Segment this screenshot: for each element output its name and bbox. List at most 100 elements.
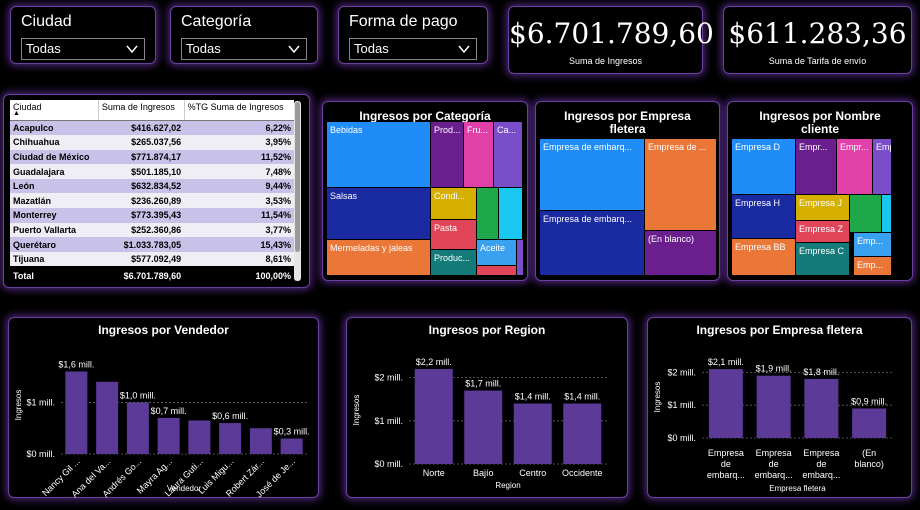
categoria-dropdown[interactable]: Todas bbox=[181, 38, 307, 60]
chart-title: Ingresos por Nombre cliente bbox=[759, 109, 881, 136]
treemap-cell[interactable] bbox=[882, 195, 891, 232]
scrollbar[interactable] bbox=[294, 101, 301, 281]
total-cell: Total bbox=[10, 266, 99, 287]
bar[interactable] bbox=[96, 381, 119, 454]
forma-pago-dropdown[interactable]: Todas bbox=[349, 38, 477, 60]
table-row[interactable]: Acapulco $416.627,02 6,22% bbox=[10, 120, 294, 136]
cell-porcentaje: 9,44% bbox=[184, 178, 294, 194]
treemap-cell[interactable] bbox=[850, 195, 881, 232]
treemap-cell[interactable]: Empr... bbox=[837, 139, 872, 194]
y-axis-label: Ingresos bbox=[653, 382, 662, 413]
treemap-cell[interactable]: Ca... bbox=[494, 122, 522, 187]
data-label: $1,4 mill. bbox=[515, 392, 551, 402]
column-header-ciudad[interactable]: Ciudad ▲ bbox=[10, 100, 99, 121]
treemap-cell[interactable]: Empresa J bbox=[796, 195, 849, 220]
ciudad-dropdown[interactable]: Todas bbox=[21, 38, 145, 60]
treemap-empresa-fletera: Ingresos por Empresa fletera Empresa de … bbox=[535, 101, 720, 281]
data-label: $1,9 mill. bbox=[756, 364, 792, 374]
treemap-cell[interactable]: Fru... bbox=[464, 122, 493, 187]
chevron-down-icon bbox=[126, 45, 138, 54]
x-tick-label: Norte bbox=[423, 468, 445, 478]
bar[interactable] bbox=[563, 403, 602, 464]
bar[interactable] bbox=[219, 423, 242, 454]
slicer-forma-pago: Forma de pago Todas bbox=[338, 6, 488, 64]
cell-ciudad: Acapulco bbox=[10, 120, 99, 136]
scrollbar-thumb[interactable] bbox=[295, 102, 300, 252]
treemap-cell[interactable]: Empresa de ... bbox=[645, 139, 716, 230]
x-tick-label: blanco) bbox=[854, 459, 884, 469]
chart-title: Ingresos por Empresa fletera bbox=[564, 109, 691, 136]
cell-ingresos: $632.834,52 bbox=[98, 178, 185, 194]
x-tick-label: de bbox=[816, 459, 826, 469]
treemap-cell[interactable]: Prod... bbox=[431, 122, 463, 187]
treemap-cell[interactable]: Empresa BB bbox=[732, 239, 795, 275]
table-row[interactable]: Tijuana $577.092,49 8,61% bbox=[10, 251, 294, 267]
treemap-cell[interactable]: Emp... bbox=[854, 257, 891, 275]
bar[interactable] bbox=[280, 438, 303, 454]
treemap-cell[interactable] bbox=[499, 188, 522, 239]
cell-ciudad: Mazatlán bbox=[10, 193, 99, 209]
y-tick-label: $1 mill. bbox=[26, 397, 55, 407]
column-header-porcentaje[interactable]: %TG Suma de Ingresos bbox=[184, 100, 294, 121]
treemap-cell[interactable]: Bebidas bbox=[327, 122, 430, 187]
treemap-cell[interactable]: Empresa Z bbox=[796, 221, 849, 242]
chart-title: Ingresos por Empresa fletera bbox=[696, 323, 863, 337]
treemap-cell[interactable]: Salsas bbox=[327, 188, 430, 239]
table-row[interactable]: Querétaro $1.033.783,05 15,43% bbox=[10, 237, 294, 252]
treemap-cell[interactable]: Aceite bbox=[477, 240, 516, 265]
column-header-ingresos[interactable]: Suma de Ingresos bbox=[98, 100, 185, 121]
treemap-cell[interactable]: Condi... bbox=[431, 188, 476, 219]
bar[interactable] bbox=[852, 408, 887, 438]
treemap-cell[interactable]: (En blanco) bbox=[645, 231, 716, 275]
table-row[interactable]: Monterrey $773.395,43 11,54% bbox=[10, 208, 294, 223]
bar[interactable] bbox=[249, 428, 272, 454]
treemap-cell[interactable]: Empresa de embarq... bbox=[540, 211, 644, 275]
cell-porcentaje: 15,43% bbox=[184, 237, 294, 252]
treemap-cell[interactable]: Produc... bbox=[431, 250, 476, 275]
treemap-cell[interactable]: Empr... bbox=[796, 139, 836, 194]
treemap-cell[interactable]: Emp... bbox=[854, 233, 891, 256]
bar-chart-vendedor: $0 mill.$1 mill.Ingresos$1,6 mill.Nancy … bbox=[14, 359, 310, 498]
treemap-cell[interactable]: Empresa de embarq... bbox=[540, 139, 644, 210]
treemap-cell[interactable] bbox=[477, 266, 516, 275]
bar[interactable] bbox=[708, 369, 743, 438]
treemap-cell[interactable]: Empr... bbox=[873, 139, 891, 194]
table-row[interactable]: Ciudad de México $771.874,17 11,52% bbox=[10, 149, 294, 165]
tabla-ciudades: Ciudad ▲ Suma de Ingresos %TG Suma de Ing… bbox=[3, 94, 310, 288]
table-row[interactable]: Mazatlán $236.260,89 3,53% bbox=[10, 193, 294, 209]
cell-ciudad: Puerto Vallarta bbox=[10, 222, 99, 238]
bar[interactable] bbox=[157, 417, 180, 454]
table-row[interactable]: León $632.834,52 9,44% bbox=[10, 178, 294, 194]
treemap-cell[interactable]: Empresa C bbox=[796, 243, 849, 275]
cell-ciudad: Monterrey bbox=[10, 208, 99, 223]
cell-ingresos: $577.092,49 bbox=[98, 251, 185, 267]
bar[interactable] bbox=[188, 420, 211, 454]
treemap-cell[interactable]: Mermeladas y jaleas bbox=[327, 240, 430, 275]
kpi-tarifa-envio: $611.283,36 Suma de Tarifa de envío bbox=[723, 6, 912, 74]
table-row[interactable]: Chihuahua $265.037,56 3,95% bbox=[10, 135, 294, 150]
treemap-cell[interactable] bbox=[517, 240, 523, 275]
treemap-cell[interactable]: Empresa H bbox=[732, 195, 795, 238]
bar[interactable] bbox=[804, 378, 839, 438]
table-row[interactable]: Puerto Vallarta $252.360,86 3,77% bbox=[10, 222, 294, 238]
total-cell: $6.701.789,60 bbox=[98, 266, 185, 287]
cell-ingresos: $416.627,02 bbox=[98, 120, 185, 136]
data-label: $1,4 mill. bbox=[564, 392, 600, 402]
bar[interactable] bbox=[464, 390, 503, 464]
cell-ingresos: $1.033.783,05 bbox=[98, 237, 185, 252]
treemap-cell[interactable] bbox=[477, 188, 498, 239]
x-tick-label: Empresa bbox=[803, 448, 839, 458]
bar[interactable] bbox=[414, 368, 453, 464]
x-tick-label: embarq... bbox=[707, 470, 745, 480]
bar[interactable] bbox=[126, 402, 149, 454]
bar[interactable] bbox=[756, 375, 791, 438]
data-label: $2,1 mill. bbox=[708, 357, 744, 367]
cell-porcentaje: 11,52% bbox=[184, 149, 294, 165]
bar[interactable] bbox=[65, 371, 88, 454]
table-row[interactable]: Guadalajara $501.185,10 7,48% bbox=[10, 164, 294, 179]
treemap-cell[interactable]: Pasta bbox=[431, 220, 476, 249]
cell-porcentaje: 11,54% bbox=[184, 208, 294, 223]
data-label: $0,6 mill. bbox=[212, 411, 248, 421]
treemap-cell[interactable]: Empresa D bbox=[732, 139, 795, 194]
bar[interactable] bbox=[513, 403, 552, 464]
